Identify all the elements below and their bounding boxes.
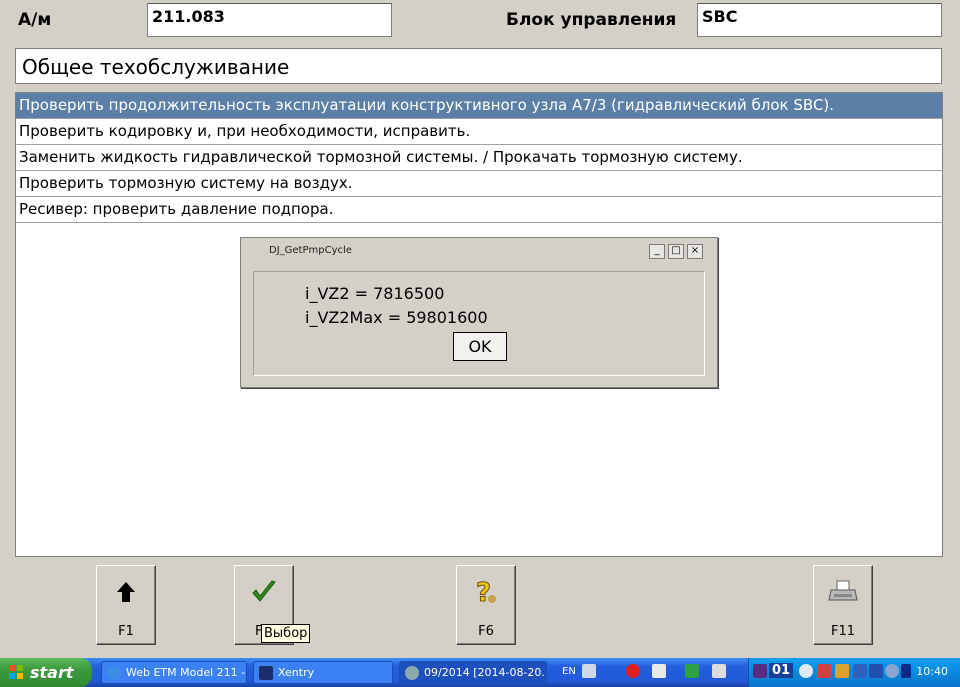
- help-icon: ?: [457, 578, 515, 607]
- task-row[interactable]: Проверить кодировку и, при необходимости…: [16, 119, 942, 145]
- xentry-icon: [259, 666, 273, 680]
- language-indicator[interactable]: EN: [562, 666, 576, 677]
- start-button[interactable]: start: [0, 658, 92, 687]
- taskbar: start Web ETM Model 211 -... Xentry 09/2…: [0, 658, 960, 687]
- f6-label: F6: [478, 624, 494, 639]
- control-unit-field: SBC: [697, 3, 942, 37]
- tooltip: Выбор: [261, 624, 311, 643]
- stop-icon[interactable]: [626, 664, 640, 678]
- minimize-button[interactable]: _: [649, 244, 665, 259]
- system-tray: 01 10:40: [748, 658, 960, 687]
- task-row[interactable]: Заменить жидкость гидравлической тормозн…: [16, 145, 942, 171]
- tools-icon[interactable]: [835, 664, 849, 678]
- taskbar-item-web-etm[interactable]: Web ETM Model 211 -...: [101, 661, 247, 684]
- clock: 10:40: [916, 665, 948, 678]
- taskbar-item-label: 09/2014 [2014-08-20...: [424, 666, 547, 679]
- f11-label: F11: [830, 624, 856, 639]
- f1-button[interactable]: F1: [96, 565, 156, 645]
- taskbar-item-label: Web ETM Model 211 -...: [126, 666, 247, 679]
- task-row[interactable]: Ресивер: проверить давление подпора.: [16, 197, 942, 223]
- display-icon[interactable]: [853, 664, 867, 678]
- model-field: 211.083: [147, 3, 392, 37]
- browser-icon: [107, 666, 121, 680]
- chevron-left-icon[interactable]: [799, 664, 813, 678]
- taskbar-item-xentry[interactable]: Xentry: [253, 661, 393, 684]
- close-button[interactable]: ×: [687, 244, 703, 259]
- model-label: А/м: [18, 10, 52, 30]
- app-tray-icon[interactable]: [582, 664, 596, 678]
- taskbar-item-calendar[interactable]: 09/2014 [2014-08-20...: [399, 661, 547, 684]
- ok-button[interactable]: OK: [453, 332, 507, 361]
- task-row[interactable]: Проверить продолжительность эксплуатации…: [16, 93, 942, 119]
- device-icon[interactable]: [712, 664, 726, 678]
- start-label: start: [30, 663, 74, 682]
- dialog-title: DJ_GetPmpCycle: [269, 245, 352, 256]
- control-unit-label: Блок управления: [506, 10, 677, 30]
- monitor-icon[interactable]: [869, 664, 883, 678]
- vz2-value: i_VZ2 = 7816500: [305, 284, 445, 303]
- maximize-button[interactable]: □: [668, 244, 684, 259]
- printer-icon: [814, 578, 872, 606]
- checkmark-icon: [235, 578, 293, 606]
- eraser-icon[interactable]: [652, 664, 666, 678]
- tray-badge[interactable]: 01: [769, 663, 794, 678]
- lock-icon[interactable]: [753, 664, 767, 678]
- f6-button[interactable]: ? F6: [456, 565, 516, 645]
- f11-button[interactable]: F11: [813, 565, 873, 645]
- network-disconnected-icon[interactable]: [817, 664, 831, 678]
- windows-logo-icon: [9, 665, 23, 679]
- task-row[interactable]: Проверить тормозную систему на воздух.: [16, 171, 942, 197]
- network-icon[interactable]: [685, 664, 699, 678]
- taskbar-item-label: Xentry: [278, 666, 315, 679]
- battery-icon[interactable]: [901, 664, 911, 678]
- arrow-up-icon: [97, 578, 155, 606]
- f1-label: F1: [118, 624, 134, 639]
- vz2max-value: i_VZ2Max = 59801600: [305, 308, 488, 327]
- pump-cycle-dialog: DJ_GetPmpCycle _ □ × i_VZ2 = 7816500 i_V…: [240, 237, 718, 388]
- app-icon: [405, 666, 419, 680]
- settings-icon[interactable]: [885, 664, 899, 678]
- svg-text:?: ?: [476, 578, 491, 607]
- category-title: Общее техобслуживание: [15, 48, 942, 84]
